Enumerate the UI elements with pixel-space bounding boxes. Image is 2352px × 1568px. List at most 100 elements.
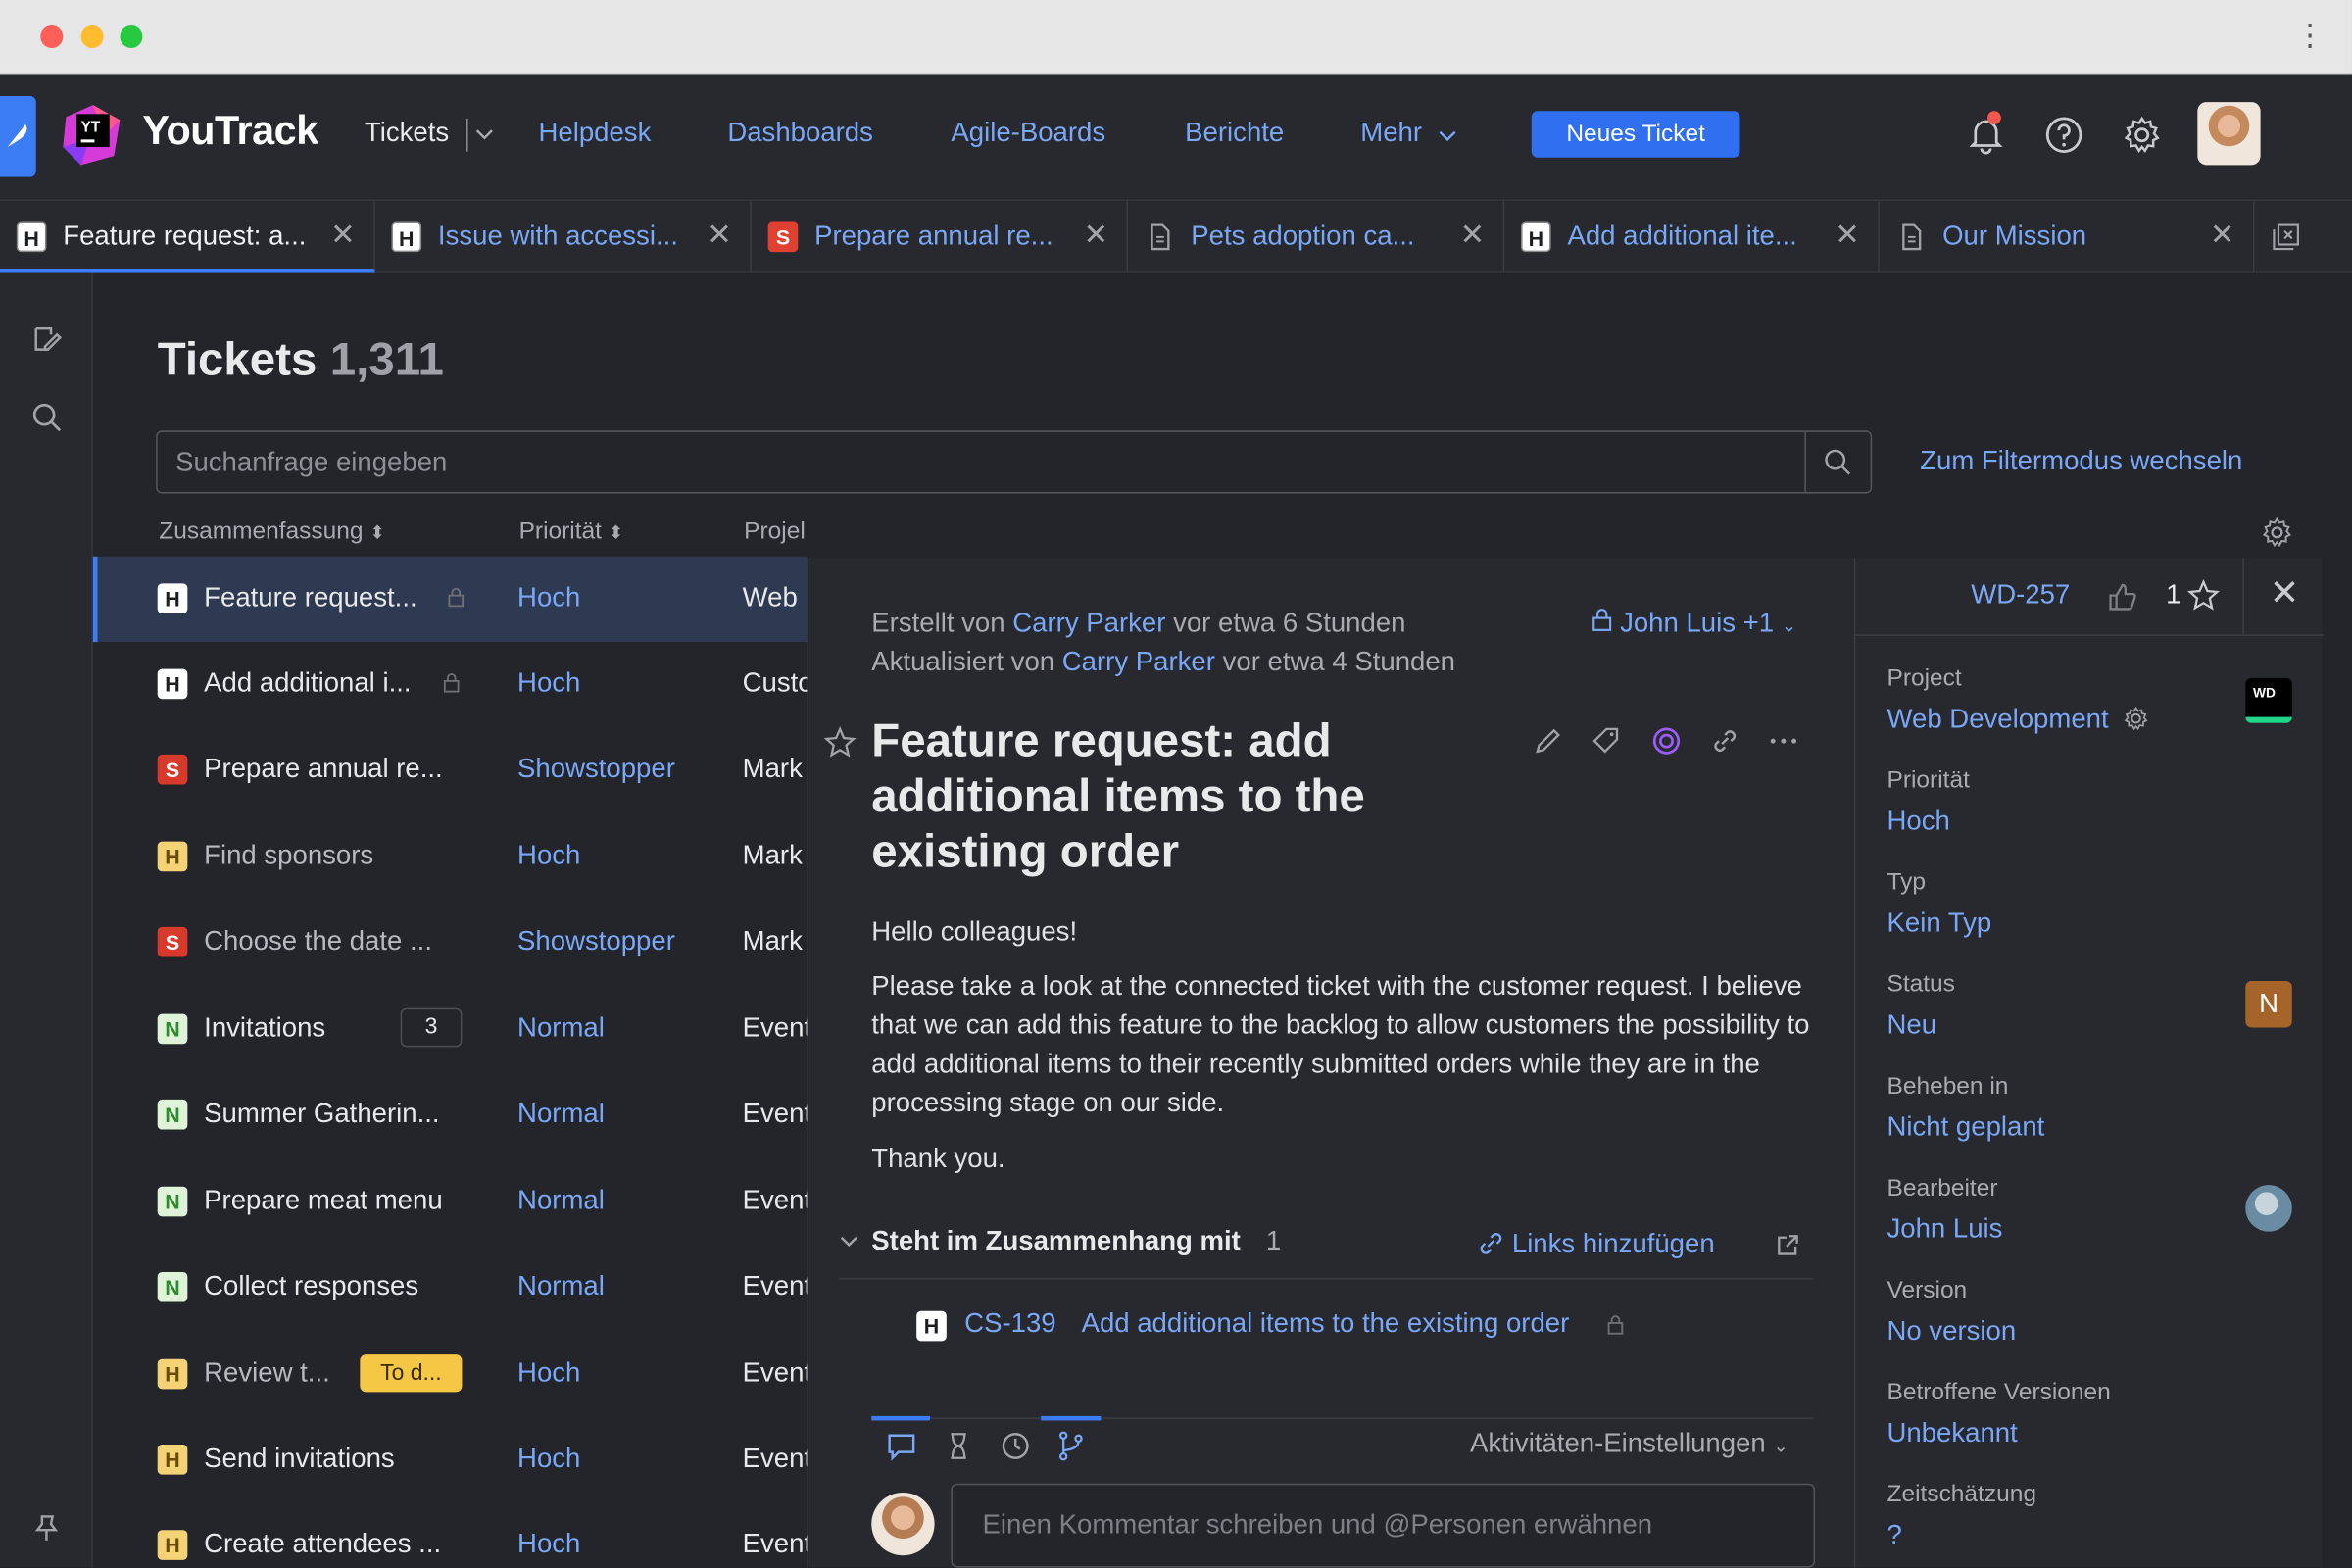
table-row[interactable]: H Send invitations Hoch Event: [93, 1417, 807, 1502]
comments-icon[interactable]: [884, 1428, 920, 1464]
field-type[interactable]: Kein Typ: [1886, 907, 1991, 939]
comment-input[interactable]: Einen Kommentar schreiben und @Personen …: [951, 1483, 1816, 1568]
new-ticket-button[interactable]: Neues Ticket: [1531, 111, 1740, 158]
table-row[interactable]: H Review t... To d... Hoch Event: [93, 1332, 807, 1417]
nav-helpdesk[interactable]: Helpdesk: [538, 117, 651, 148]
link-icon[interactable]: [1708, 724, 1741, 758]
close-icon[interactable]: ✕: [1460, 220, 1486, 251]
nav-tickets[interactable]: Tickets: [365, 117, 449, 148]
ticket-id[interactable]: WD-257: [1971, 579, 2070, 611]
activity-settings-dropdown[interactable]: Aktivitäten-Einstellungen ⌄: [1470, 1428, 1788, 1459]
switch-filter-mode-link[interactable]: Zum Filtermodus wechseln: [1920, 446, 2242, 477]
ticket-count: 1,311: [329, 332, 444, 386]
clock-icon[interactable]: [998, 1428, 1034, 1464]
gear-icon[interactable]: [2121, 114, 2163, 156]
table-row[interactable]: H Find sponsors Hoch Mark: [93, 814, 808, 900]
linked-ticket-id[interactable]: CS-139: [964, 1308, 1055, 1340]
table-row[interactable]: N Summer Gatherin... Normal Event: [93, 1072, 807, 1157]
tab-label: Prepare annual re...: [814, 220, 1054, 251]
star-icon[interactable]: [2186, 578, 2221, 612]
close-icon[interactable]: ✕: [2270, 575, 2300, 612]
field-affected-versions[interactable]: Unbekannt: [1886, 1417, 2017, 1448]
add-links-button[interactable]: Links hinzufügen: [1478, 1229, 1715, 1260]
nav-more[interactable]: Mehr: [1360, 117, 1422, 148]
table-row[interactable]: H Create attendees ... Hoch Event: [93, 1503, 807, 1568]
table-row[interactable]: H Add additional i... Hoch Custo: [93, 642, 807, 727]
tab-feature-request[interactable]: H Feature request: a... ✕: [0, 201, 375, 273]
tab-our-mission[interactable]: Our Mission ✕: [1880, 201, 2255, 273]
column-project[interactable]: Projel: [744, 519, 806, 547]
field-estimation[interactable]: ?: [1886, 1519, 1901, 1550]
chevron-down-icon[interactable]: [475, 129, 493, 141]
edit-note-icon[interactable]: [30, 322, 64, 356]
tab-add-additional[interactable]: H Add additional ite... ✕: [1504, 201, 1880, 273]
updater-link[interactable]: Carry Parker: [1062, 647, 1215, 677]
tab-prepare-annual[interactable]: S Prepare annual re... ✕: [752, 201, 1129, 273]
search-input[interactable]: Suchanfrage eingeben: [175, 447, 447, 478]
field-project[interactable]: Web Development: [1886, 704, 2148, 735]
table-row[interactable]: N Collect responses Normal Event: [93, 1245, 807, 1330]
assignee-avatar: [2245, 1185, 2292, 1232]
row-summary: Create attendees ...: [204, 1528, 442, 1559]
edit-pencil-icon[interactable]: [1532, 724, 1565, 758]
chevron-down-icon[interactable]: [839, 1232, 859, 1252]
field-priority[interactable]: Hoch: [1886, 806, 1949, 837]
column-priority[interactable]: Priorität ⬍: [519, 519, 624, 547]
brand-name[interactable]: YouTrack: [142, 108, 318, 154]
todo-tag[interactable]: To d...: [360, 1354, 463, 1393]
list-settings-gear-icon[interactable]: [2261, 516, 2294, 550]
maximize-window-button[interactable]: [120, 25, 143, 48]
close-all-tabs-icon[interactable]: [2271, 222, 2301, 253]
close-icon[interactable]: ✕: [2210, 220, 2235, 251]
table-row[interactable]: N Prepare meat menu Normal Event: [93, 1159, 807, 1245]
column-summary[interactable]: Zusammenfassung ⬍: [159, 519, 384, 547]
minimize-window-button[interactable]: [80, 25, 104, 48]
youtrack-logo-icon[interactable]: YT: [60, 102, 125, 168]
creator-link[interactable]: Carry Parker: [1012, 608, 1165, 638]
tab-pets-adoption[interactable]: Pets adoption ca... ✕: [1128, 201, 1505, 273]
star-icon[interactable]: [823, 725, 857, 760]
tab-label: Feature request: a...: [63, 220, 307, 251]
more-horizontal-icon[interactable]: [1767, 724, 1800, 758]
gear-icon[interactable]: [2122, 705, 2149, 732]
row-priority: Hoch: [517, 1443, 581, 1474]
activity-settings-label: Aktivitäten-Einstellungen: [1469, 1428, 1766, 1458]
close-icon[interactable]: ✕: [1835, 220, 1860, 251]
table-row[interactable]: S Prepare annual re... Showstopper Mark: [93, 727, 808, 812]
feedback-tab[interactable]: [0, 95, 36, 177]
tab-issue-accessibility[interactable]: H Issue with accessi... ✕: [375, 201, 752, 273]
user-avatar[interactable]: [2197, 102, 2261, 166]
field-fix-in[interactable]: Nicht geplant: [1886, 1111, 2044, 1143]
linked-ticket-summary[interactable]: Add additional items to the existing ord…: [1082, 1308, 1570, 1340]
vcs-branch-icon[interactable]: [1053, 1428, 1089, 1464]
close-icon[interactable]: ✕: [1083, 220, 1108, 251]
divider: [2242, 558, 2244, 636]
field-assignee[interactable]: John Luis: [1886, 1213, 2002, 1245]
table-row[interactable]: S Choose the date ... Showstopper Mark: [93, 900, 808, 985]
nav-agile-boards[interactable]: Agile-Boards: [951, 117, 1105, 148]
search-icon[interactable]: [30, 401, 64, 434]
nav-dashboards[interactable]: Dashboards: [727, 117, 873, 148]
hourglass-icon[interactable]: [941, 1428, 977, 1464]
close-icon[interactable]: ✕: [707, 220, 732, 251]
field-label: Bearbeiter: [1886, 1175, 1998, 1202]
nav-reports[interactable]: Berichte: [1185, 117, 1284, 148]
field-label: Status: [1886, 971, 1955, 998]
pin-icon[interactable]: [30, 1512, 64, 1545]
more-vertical-icon[interactable]: ⋮: [2295, 18, 2326, 54]
thumbs-up-icon[interactable]: [2106, 580, 2139, 613]
help-icon[interactable]: [2043, 114, 2085, 156]
field-status[interactable]: Neu: [1886, 1009, 1936, 1041]
close-window-button[interactable]: [40, 25, 64, 48]
ai-assistant-icon[interactable]: [1650, 724, 1684, 758]
bell-icon[interactable]: [1965, 114, 2007, 156]
table-row[interactable]: H Feature request... Hoch Web: [92, 556, 808, 643]
field-version[interactable]: No version: [1886, 1315, 2016, 1347]
external-link-icon[interactable]: [1775, 1232, 1802, 1259]
tag-icon[interactable]: [1590, 724, 1623, 758]
close-icon[interactable]: ✕: [330, 220, 356, 251]
search-button[interactable]: [1804, 431, 1870, 493]
visibility-dropdown[interactable]: John Luis +1 ⌄: [1592, 608, 1796, 639]
table-row[interactable]: N Invitations 3 Normal Event: [93, 987, 807, 1072]
links-title[interactable]: Steht im Zusammenhang mit: [871, 1226, 1241, 1257]
